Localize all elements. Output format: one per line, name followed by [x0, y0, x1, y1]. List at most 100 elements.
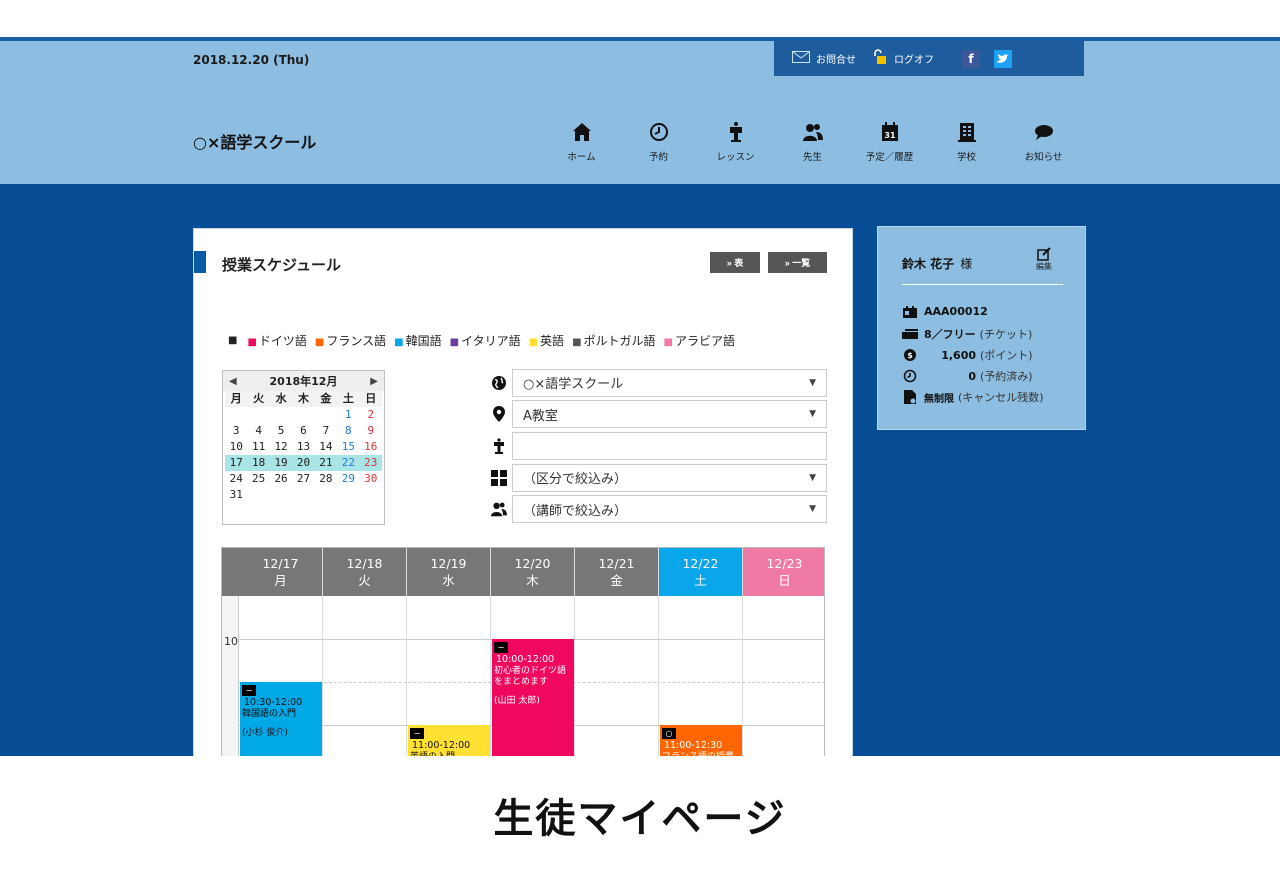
calendar-day[interactable]: 8 — [337, 423, 359, 439]
calendar-day[interactable]: 30 — [360, 471, 382, 487]
calendar-day[interactable]: 5 — [270, 423, 292, 439]
calendar-blank — [360, 487, 382, 503]
honorific: 様 — [960, 257, 973, 271]
page-caption: 生徒マイページ — [493, 796, 787, 842]
legend-label: 英語 — [540, 334, 565, 348]
cancel-note: (キャンセル残数) — [958, 391, 1044, 404]
nav-teacher[interactable]: 先生 — [774, 121, 851, 163]
edit-profile-button[interactable]: 編集 — [1036, 247, 1052, 272]
site-logo[interactable]: ○×語学スクール — [193, 129, 316, 153]
calendar-day[interactable]: 19 — [269, 455, 293, 471]
chevron-down-icon: ▼ — [809, 377, 816, 388]
calendar-day[interactable]: 16 — [360, 439, 382, 455]
calendar-day[interactable]: 6 — [292, 423, 314, 439]
calendar-day[interactable]: 28 — [315, 471, 337, 487]
calendar-day[interactable]: 26 — [270, 471, 292, 487]
legend-swatch: ■ — [572, 337, 582, 348]
calendar-day[interactable]: 9 — [360, 423, 382, 439]
calendar-blank — [247, 487, 269, 503]
logoff-link[interactable]: ログオフ — [872, 49, 934, 68]
calendar-day[interactable]: 20 — [292, 455, 315, 471]
cancel-row: 無制限 (キャンセル残数) — [902, 389, 1044, 405]
day-header: 12/19 水 — [407, 548, 490, 596]
unlock-icon — [872, 49, 888, 68]
calendar-day[interactable]: 17 — [225, 455, 248, 471]
nav-reserve[interactable]: 予約 — [620, 121, 697, 163]
calendar-day[interactable]: 31 — [225, 487, 247, 503]
calendar-blank — [315, 407, 337, 423]
lesson-input[interactable] — [512, 431, 827, 460]
points-note: (ポイント) — [980, 349, 1033, 362]
calendar-day[interactable]: 24 — [225, 471, 247, 487]
calendar-day[interactable]: 27 — [292, 471, 314, 487]
legend-label: アラビア語 — [674, 334, 735, 348]
event-time: 10:00-12:00 — [496, 654, 555, 665]
mini-calendar: ◀ 2018年12月 ▶ 月火水木金土日 1 2 3 4 5 6 7 8 9 10 11 12 13 14 1… — [222, 370, 385, 525]
language-legend: ■ ■ ドイツ語 ■ フランス語 ■ 韓国語 ■ イタリア語 ■ 英語 ■ ポルトガル語 ■ アラビア語 — [228, 332, 735, 349]
event-time: 11:00-12:00 — [412, 740, 471, 751]
calendar-blank — [270, 407, 292, 423]
lesson-event[interactable]: −11:00-12:00英語の入門(山田 太郎) — [408, 725, 490, 756]
hour-label: 10 — [224, 635, 238, 648]
speech-bubble-icon — [1034, 125, 1053, 140]
room-select[interactable]: A教室 ▼ — [512, 400, 827, 429]
calendar-day[interactable]: 3 — [225, 423, 247, 439]
calendar-header: ◀ 2018年12月 ▶ — [223, 371, 384, 391]
calendar-day[interactable]: 1 — [337, 407, 359, 423]
calendar-day[interactable]: 23 — [359, 455, 382, 471]
calendar-day[interactable]: 15 — [337, 439, 359, 455]
nav-news[interactable]: お知らせ — [1005, 121, 1082, 163]
nav-lesson[interactable]: レッスン — [697, 121, 774, 163]
users-icon — [802, 124, 823, 141]
nav-home[interactable]: ホーム — [543, 121, 620, 163]
teacher-select[interactable]: （講師で絞込み） ▼ — [512, 495, 827, 524]
legend-swatch: ■ — [528, 337, 539, 348]
prev-month-button[interactable]: ◀ — [229, 376, 237, 387]
grid-icon — [486, 469, 512, 486]
next-month-button[interactable]: ▶ — [370, 376, 378, 387]
calendar-day[interactable]: 18 — [247, 455, 270, 471]
calendar-day[interactable]: 11 — [247, 439, 269, 455]
calendar-day[interactable]: 14 — [315, 439, 337, 455]
day-weekday: 木 — [526, 573, 539, 588]
calendar-weekday: 木 — [292, 391, 315, 407]
school-select-value: ○×語学スクール — [523, 377, 624, 393]
twitter-icon[interactable] — [994, 49, 1012, 68]
nav-school[interactable]: 学校 — [928, 121, 1005, 163]
day-weekday: 火 — [358, 573, 371, 588]
contact-link[interactable]: お問合せ — [792, 51, 856, 66]
facebook-icon[interactable]: f — [962, 49, 980, 68]
day-date: 12/22 — [682, 556, 719, 571]
lesson-event[interactable]: ○11:00-12:30フランス語の授業(小杉 美鈴) — [660, 725, 742, 756]
nav-schedule[interactable]: 31 予定／履歴 — [851, 121, 928, 163]
calendar-day[interactable]: 10 — [225, 439, 247, 455]
calendar-day[interactable]: 12 — [270, 439, 292, 455]
calendar-grid: 月火水木金土日 1 2 3 4 5 6 7 8 9 10 11 12 13 14 15 16 17 18 19 20 21… — [223, 391, 384, 503]
coins-icon: $ — [902, 348, 918, 362]
calendar-day[interactable]: 22 — [337, 455, 360, 471]
lesson-event[interactable]: −10:30-12:00 韓国語の入門 (小杉 俊介) — [240, 682, 322, 756]
event-time: 10:30-12:00 — [244, 697, 303, 708]
calendar-blank — [337, 487, 359, 503]
schedule-card: 授業スケジュール » 表 » 一覧 ■ ■ ドイツ語 ■ フランス語 ■ 韓国語 ■ イタリア語… — [193, 228, 853, 756]
calendar-weekday: 日 — [359, 391, 382, 407]
calendar-day[interactable]: 7 — [315, 423, 337, 439]
legend-item: ■ — [228, 332, 239, 349]
school-select[interactable]: ○×語学スクール ▼ — [512, 368, 827, 397]
table-view-button[interactable]: » 表 — [710, 252, 760, 273]
calendar-day[interactable]: 25 — [247, 471, 269, 487]
event-teacher: (小杉 俊介) — [242, 728, 288, 738]
calendar-day[interactable]: 13 — [292, 439, 314, 455]
calendar-day[interactable]: 21 — [314, 455, 338, 471]
legend-item: ■ 韓国語 — [394, 332, 441, 349]
lectern-icon — [486, 438, 512, 454]
category-select[interactable]: （区分で絞込み） ▼ — [512, 463, 827, 492]
lesson-event[interactable]: −10:00-12:00 初心者のドイツ語をまとめます (山田 太郎) — [492, 639, 574, 756]
calendar-day[interactable]: 29 — [337, 471, 359, 487]
event-title: 初心者のドイツ語をまとめます — [494, 666, 567, 687]
list-view-button[interactable]: » 一覧 — [768, 252, 827, 273]
calendar-day[interactable]: 2 — [360, 407, 382, 423]
calendar-day[interactable]: 4 — [247, 423, 269, 439]
edit-label: 編集 — [1036, 262, 1052, 271]
utility-bar: お問合せ ログオフ f — [774, 41, 1084, 76]
